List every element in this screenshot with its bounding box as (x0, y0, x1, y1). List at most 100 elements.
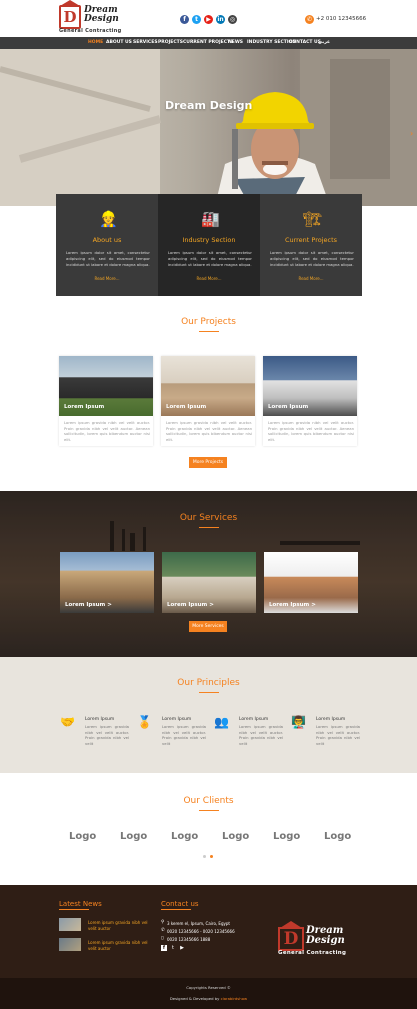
footer-logo[interactable]: D Dream Design General Contracting (278, 921, 346, 957)
principle-title: Lorem Ipsum (85, 717, 115, 722)
client-logo[interactable]: Logo (171, 831, 198, 842)
project-label: Lorem Ipsum (268, 404, 309, 410)
clients-title-underline (199, 810, 219, 811)
read-more-link[interactable]: Read More... (56, 276, 158, 281)
project-card[interactable]: Lorem Ipsum Lorem ipsum gravida nibh vel… (161, 356, 255, 446)
logo-name-line2: Design (84, 14, 119, 24)
client-logo[interactable]: Logo (222, 831, 249, 842)
service-card[interactable]: Lorem Ipsum > (60, 552, 154, 613)
client-logo[interactable]: Logo (273, 831, 300, 842)
contact-title: Contact us (161, 900, 199, 908)
crane-icon: 🏗 (303, 210, 323, 228)
hero-next-arrow-icon[interactable]: › (410, 129, 413, 138)
clients-title: Our Clients (183, 796, 234, 806)
logo-name: Dream Design (84, 6, 124, 24)
hero-title: Dream Design (165, 99, 253, 112)
project-text: Lorem ipsum gravida nibh vel velit aucto… (166, 420, 252, 442)
contact-phones[interactable]: 0020 12345666 - 0020 12345666 (167, 929, 235, 934)
phone-icon: ✆ (161, 928, 165, 933)
nav-projects[interactable]: PROJECTS (158, 40, 183, 45)
linkedin-icon[interactable]: in (216, 15, 225, 24)
client-logo[interactable]: Logo (120, 831, 147, 842)
header-phone[interactable]: +2 010 12345666 (316, 16, 366, 22)
service-label[interactable]: Lorem Ipsum > (269, 602, 316, 608)
services-title-underline (199, 527, 219, 528)
principle-title: Lorem Ipsum (162, 717, 192, 722)
hero-slider: Dream Design › (0, 49, 417, 206)
client-logo[interactable]: Logo (69, 831, 96, 842)
principle-title: Lorem Ipsum (239, 717, 269, 722)
phone-icon: ✆ (305, 15, 314, 24)
footer-youtube-icon[interactable]: ▶ (179, 945, 185, 951)
footer-facebook-icon[interactable]: f (161, 945, 167, 951)
client-logo[interactable]: Logo (324, 831, 351, 842)
service-label[interactable]: Lorem Ipsum > (167, 602, 214, 608)
hero-image (0, 49, 417, 206)
footer-twitter-icon[interactable]: t (170, 945, 176, 951)
developer-link[interactable]: clarabirdshow (221, 996, 248, 1001)
news-thumbnail[interactable] (59, 938, 81, 951)
nav-arabic[interactable]: عربي (318, 40, 330, 45)
youtube-icon[interactable]: ▶ (204, 15, 213, 24)
read-more-link[interactable]: Read More... (260, 276, 362, 281)
news-title-underline (59, 909, 89, 910)
news-item[interactable]: Lorem ipsum gravida nibh vel velit aucto… (88, 940, 148, 951)
instagram-icon[interactable]: ◎ (228, 15, 237, 24)
main-nav: HOME ABOUT US SERVICES PROJECTS CURRENT … (0, 37, 417, 49)
feature-text: Lorem ipsum dolor sit amet, consectetur … (270, 250, 354, 267)
handshake-icon: 🤝 (60, 715, 75, 729)
projects-title: Our Projects (181, 317, 236, 327)
footer-logo-name-line2: Design (306, 935, 345, 946)
copyright-bar (0, 978, 417, 1009)
news-thumbnail[interactable] (59, 918, 81, 931)
more-services-button[interactable]: More Services (189, 621, 227, 632)
presenter-icon: 👨‍🏫 (291, 715, 306, 729)
principle-text: Lorem ipsum gravida nibh vel velit aucto… (162, 724, 206, 746)
twitter-icon[interactable]: t (192, 15, 201, 24)
news-item[interactable]: Lorem ipsum gravida nibh vel velit aucto… (88, 920, 148, 931)
read-more-link[interactable]: Read More... (158, 276, 260, 281)
services-title: Our Services (179, 513, 238, 523)
group-icon: 👥 (214, 715, 229, 729)
nav-home[interactable]: HOME (88, 40, 103, 45)
principles-title-underline (199, 692, 219, 693)
feature-box: 🏭 Industry Section Lorem ipsum dolor sit… (158, 194, 260, 296)
feature-title: Industry Section (182, 236, 236, 244)
project-text: Lorem ipsum gravida nibh vel velit aucto… (268, 420, 354, 442)
copyright-text: Copyrights Reserved © (186, 985, 231, 990)
principles-title: Our Principles (177, 678, 240, 688)
more-projects-button[interactable]: More Projects (189, 457, 227, 468)
contact-title-underline (161, 909, 191, 910)
factory-icon: 🏭 (201, 210, 220, 228)
project-label: Lorem Ipsum (166, 404, 207, 410)
nav-services[interactable]: SERVICES (133, 40, 158, 45)
logo-letter: D (59, 5, 81, 29)
nav-current-projects[interactable]: CURRENT PROJECTS (183, 40, 233, 45)
contact-mobile[interactable]: 0020 12345666 1888 (167, 937, 210, 942)
service-card[interactable]: Lorem Ipsum > (162, 552, 256, 613)
nav-contact[interactable]: CONTACT US (289, 40, 321, 45)
service-card[interactable]: Lorem Ipsum > (264, 552, 358, 613)
clients-slider-dot[interactable] (203, 855, 206, 858)
logo-tagline: General Contracting (59, 28, 122, 34)
latest-news-title: Latest News (59, 900, 102, 908)
facebook-icon[interactable]: f (180, 15, 189, 24)
contact-address: 3 kerem el, Ipsum, Cairo, Egypt (167, 921, 230, 926)
clients-slider-dot-active[interactable] (210, 855, 213, 858)
service-label[interactable]: Lorem Ipsum > (65, 602, 112, 608)
project-card[interactable]: Lorem Ipsum Lorem ipsum gravida nibh vel… (263, 356, 357, 446)
footer-logo-name: Dream Design (306, 926, 348, 946)
project-card[interactable]: Lorem Ipsum Lorem ipsum gravida nibh vel… (59, 356, 153, 446)
projects-title-underline (199, 331, 219, 332)
nav-about[interactable]: ABOUT US (106, 40, 132, 45)
site-logo[interactable]: D Dream Design General Contracting (59, 0, 124, 34)
project-label: Lorem Ipsum (64, 404, 105, 410)
principle-title: Lorem Ipsum (316, 717, 346, 722)
principle-text: Lorem ipsum gravida nibh vel velit aucto… (239, 724, 283, 746)
feature-text: Lorem ipsum dolor sit amet, consectetur … (168, 250, 252, 267)
developer-prefix: Designed & Developed by (169, 996, 220, 1001)
feature-text: Lorem ipsum dolor sit amet, consectetur … (66, 250, 150, 267)
nav-news[interactable]: NEWS (228, 40, 243, 45)
medal-icon: 🏅 (137, 715, 152, 729)
team-icon: 👷 (99, 210, 118, 228)
